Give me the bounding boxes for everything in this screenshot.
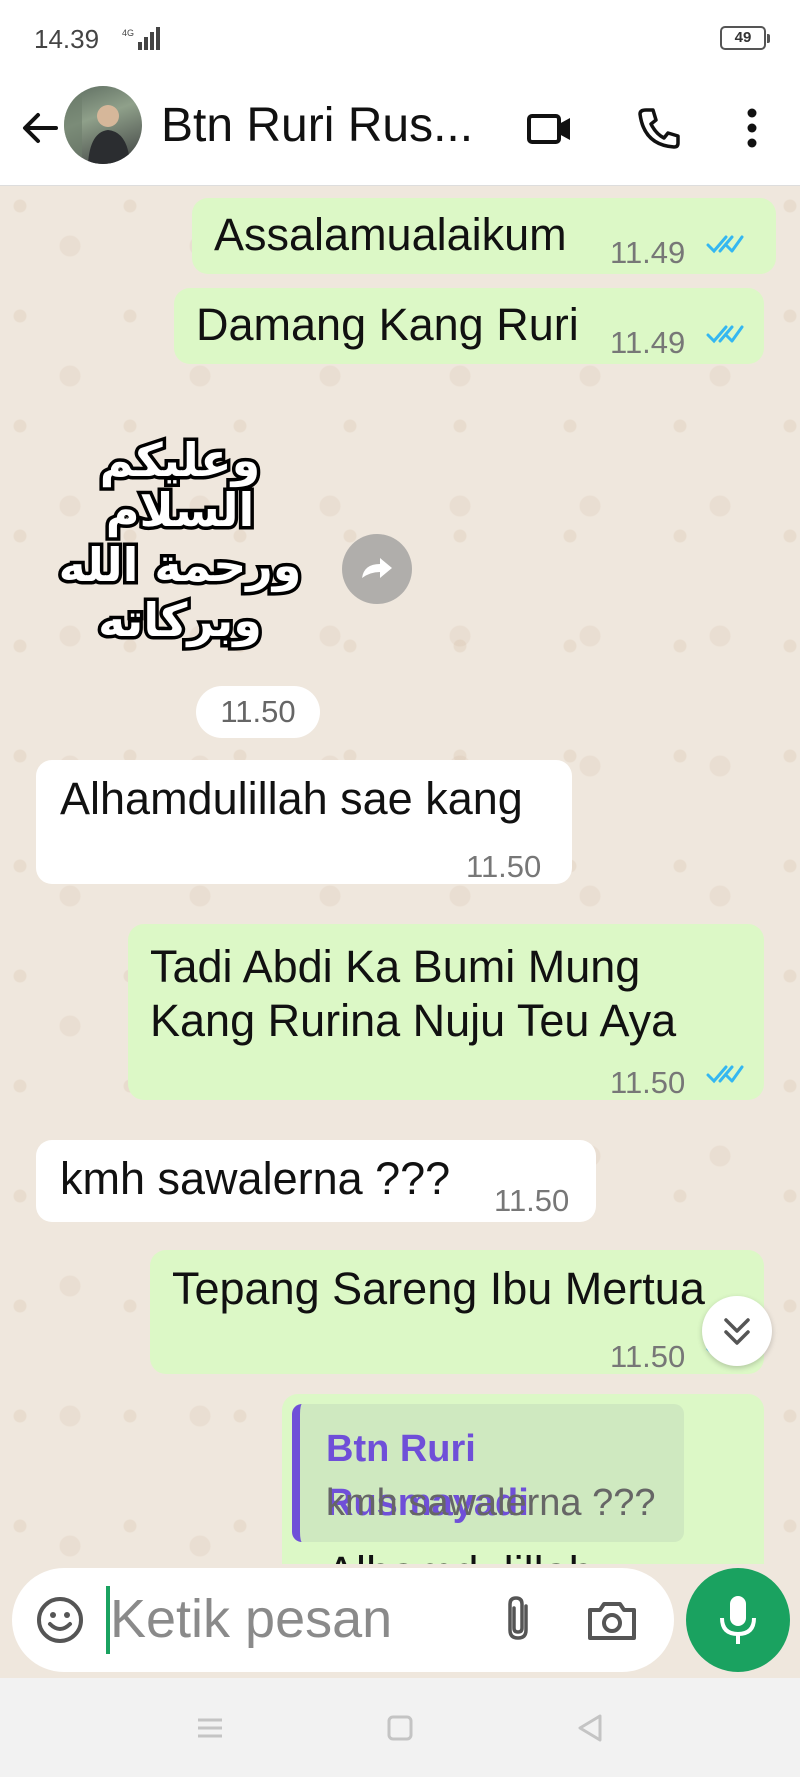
double-chevron-down-icon [724,1318,750,1345]
quoted-message[interactable]: Btn Ruri Rusmayadi kmh sawalerna ??? [292,1404,684,1542]
paperclip-icon[interactable] [492,1592,548,1648]
system-navigation-bar [0,1678,800,1777]
message-bubble-outgoing[interactable]: Tepang Sareng Ibu Mertua 11.50 [150,1250,764,1374]
message-time: 11.50 [610,1065,686,1100]
message-text: kmh sawalerna ??? [60,1153,451,1204]
input-placeholder: Ketik pesan [110,1589,393,1649]
contact-name[interactable]: Btn Ruri Rus... [161,98,473,153]
chat-messages[interactable]: Assalamualaikum 11.49 Damang Kang Ruri 1… [0,186,800,1564]
message-input-field[interactable]: Ketik pesan [12,1568,674,1672]
back-arrow-icon[interactable] [16,104,64,152]
message-time: 11.50 [466,849,542,884]
voice-message-button[interactable] [686,1568,790,1672]
home-icon[interactable] [380,1708,420,1748]
message-bubble-incoming[interactable]: Alhamdulillah sae kang 11.50 [36,760,572,884]
scroll-to-bottom-button[interactable] [702,1296,772,1366]
sticker-image[interactable]: وعليكم السلام ورحمة الله وبركاته [40,426,320,666]
quoted-text: kmh sawalerna ??? [326,1482,656,1524]
more-options-icon[interactable] [726,102,778,154]
svg-text:السلام: السلام [106,483,255,537]
contact-avatar[interactable] [64,86,142,164]
status-time: 14.39 [34,24,100,54]
battery-level: 49 [734,29,752,46]
menu-icon[interactable] [190,1708,230,1748]
forward-icon [362,558,392,578]
read-ticks-icon [706,325,744,344]
message-text-line-2: Kang Rurina Nuju Teu Aya [150,995,677,1046]
svg-text:وعليكم: وعليكم [100,433,260,487]
read-ticks-icon [706,235,744,254]
message-bubble-outgoing[interactable]: Assalamualaikum 11.49 [192,198,776,274]
voice-call-icon[interactable] [632,102,684,154]
video-call-icon[interactable] [524,102,576,154]
svg-text:ورحمة الله: ورحمة الله [59,538,302,592]
message-text: Tepang Sareng Ibu Mertua [172,1263,705,1314]
svg-text:وبركاته: وبركاته [98,593,262,647]
message-time: 11.49 [610,235,686,270]
signal-icon: 4G [122,27,160,50]
message-bubble-outgoing-reply[interactable]: Btn Ruri Rusmayadi kmh sawalerna ??? Alh… [282,1394,764,1564]
forward-button[interactable] [342,534,412,604]
message-bubble-incoming[interactable]: kmh sawalerna ??? 11.50 [36,1140,596,1222]
message-input-bar: Ketik pesan [0,1564,800,1678]
status-bar: 14.39 4G 49 [0,0,800,80]
camera-icon[interactable] [582,1592,642,1648]
back-nav-icon[interactable] [570,1708,610,1748]
message-text: Assalamualaikum [214,209,567,260]
network-type: 4G [122,28,134,38]
message-time: 11.50 [494,1183,570,1218]
battery-indicator: 49 [720,26,770,50]
emoji-icon[interactable] [32,1592,88,1648]
message-time: 11.49 [610,325,686,360]
message-bubble-outgoing[interactable]: Damang Kang Ruri 11.49 [174,288,764,364]
message-text: Alhamdulillah [326,1546,594,1564]
message-text: Alhamdulillah sae kang [60,773,523,824]
chat-header: Btn Ruri Rus... [0,80,800,186]
message-text-line-1: Tadi Abdi Ka Bumi Mung [150,941,641,992]
message-text: Damang Kang Ruri [196,299,579,350]
microphone-icon [720,1596,756,1644]
message-time: 11.50 [610,1339,686,1374]
sticker-time: 11.50 [196,686,320,738]
message-bubble-outgoing[interactable]: Tadi Abdi Ka Bumi Mung Kang Rurina Nuju … [128,924,764,1100]
read-ticks-icon [706,1065,744,1084]
